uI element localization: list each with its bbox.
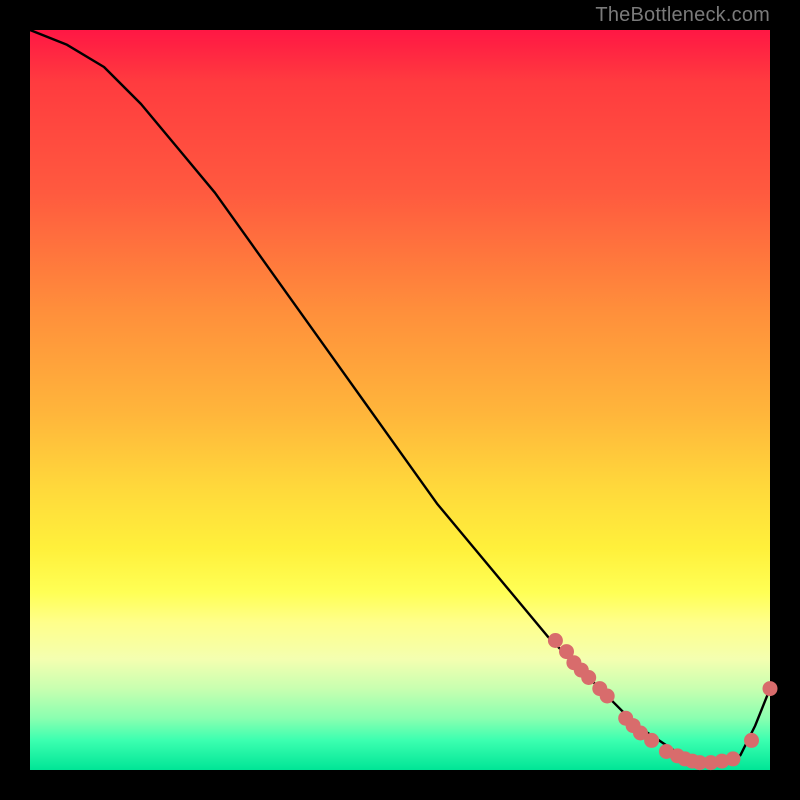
chart-container: TheBottleneck.com [0,0,800,800]
curve-svg [30,30,770,770]
data-marker [763,681,778,696]
data-marker [744,733,759,748]
data-marker [644,733,659,748]
data-marker [726,751,741,766]
data-marker [548,633,563,648]
data-marker [581,670,596,685]
data-marker [600,689,615,704]
bottleneck-curve [30,30,770,763]
plot-area [30,30,770,770]
watermark-text: TheBottleneck.com [595,4,770,27]
